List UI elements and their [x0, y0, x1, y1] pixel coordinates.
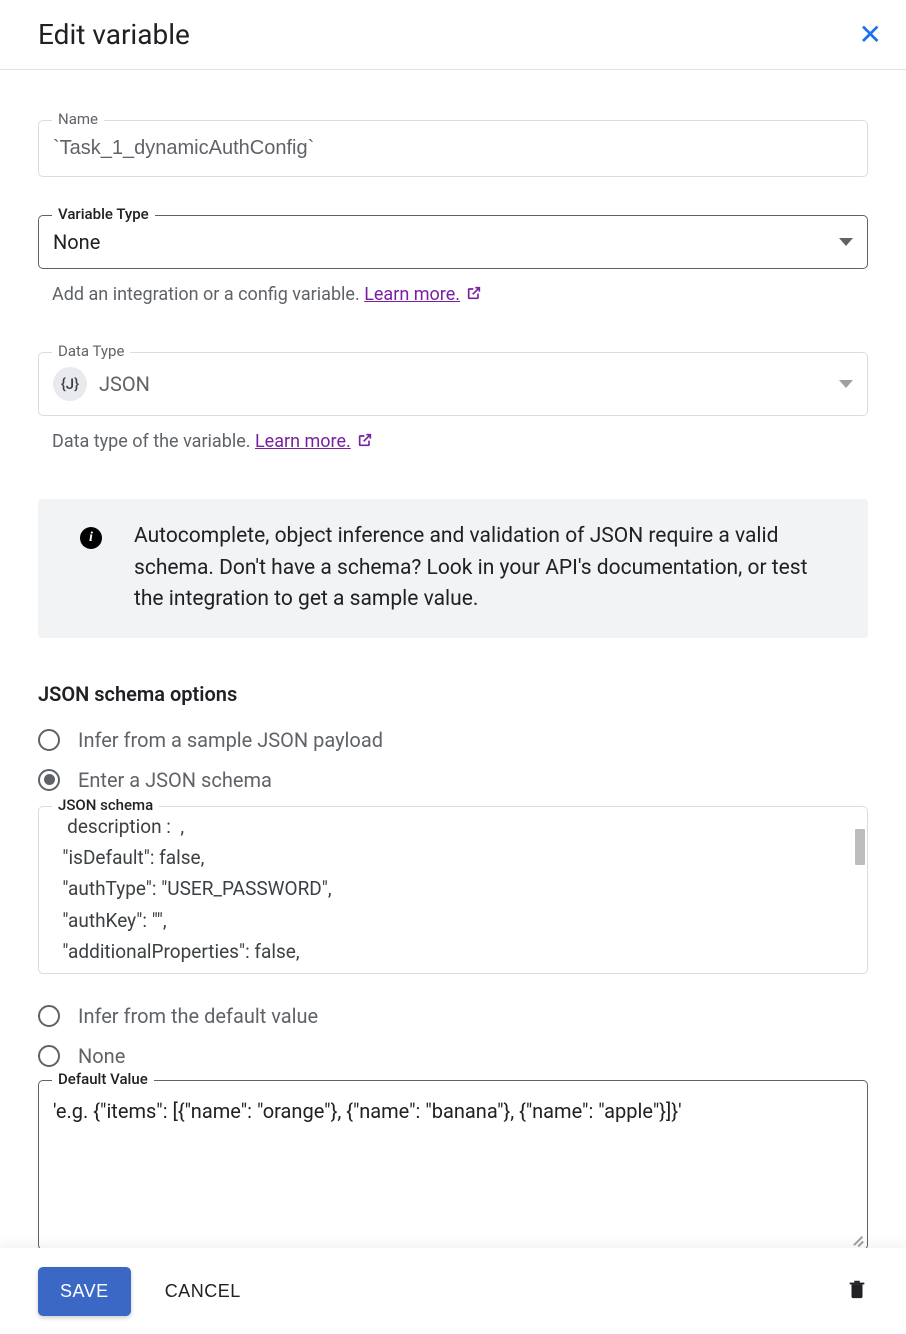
radio-label: Infer from the default value	[78, 1004, 318, 1028]
variable-type-group: Variable Type None	[38, 215, 868, 269]
dialog-header: Edit variable ✕	[0, 0, 906, 70]
info-icon: i	[80, 527, 102, 549]
radio-enter-schema[interactable]: Enter a JSON schema	[38, 760, 868, 800]
info-text: Autocomplete, object inference and valid…	[134, 521, 840, 616]
variable-type-value: None	[53, 230, 100, 254]
json-schema-group: JSON schema description : , "isDefault":…	[38, 806, 868, 974]
data-type-group: Data Type {J} JSON	[38, 352, 868, 416]
default-value-textarea[interactable]: 'e.g. {"items": [{"name": "orange"}, {"n…	[38, 1080, 868, 1250]
save-button[interactable]: SAVE	[38, 1267, 131, 1316]
data-type-learn-more-link[interactable]: Learn more.	[255, 431, 351, 452]
cancel-button[interactable]: CANCEL	[165, 1281, 241, 1302]
name-input[interactable]	[38, 120, 868, 177]
radio-label: Infer from a sample JSON payload	[78, 728, 383, 752]
radio-label: None	[78, 1044, 125, 1068]
dialog-footer: SAVE CANCEL	[0, 1248, 906, 1334]
external-link-icon	[466, 285, 482, 301]
chevron-down-icon	[839, 238, 853, 246]
radio-icon	[38, 1005, 60, 1027]
delete-icon[interactable]	[846, 1277, 868, 1305]
radio-infer-default[interactable]: Infer from the default value	[38, 996, 868, 1036]
radio-icon	[38, 729, 60, 751]
close-icon[interactable]: ✕	[859, 21, 882, 49]
data-type-select[interactable]: {J} JSON	[38, 352, 868, 416]
data-type-helper: Data type of the variable. Learn more.	[52, 428, 864, 455]
default-value-group: Default Value 'e.g. {"items": [{"name": …	[38, 1080, 868, 1250]
radio-icon	[38, 769, 60, 791]
info-panel: i Autocomplete, object inference and val…	[38, 499, 868, 638]
default-value-label: Default Value	[52, 1070, 154, 1088]
variable-type-learn-more-link[interactable]: Learn more.	[364, 284, 460, 305]
radio-none[interactable]: None	[38, 1036, 868, 1076]
name-field-group: Name	[38, 120, 868, 177]
chevron-down-icon	[839, 380, 853, 388]
variable-type-select[interactable]: None	[38, 215, 868, 269]
external-link-icon	[357, 432, 373, 448]
schema-section-title: JSON schema options	[38, 682, 868, 706]
radio-infer-payload[interactable]: Infer from a sample JSON payload	[38, 720, 868, 760]
radio-label: Enter a JSON schema	[78, 768, 272, 792]
json-schema-label: JSON schema	[52, 796, 159, 814]
json-icon: {J}	[53, 367, 87, 401]
data-type-value: JSON	[99, 372, 150, 396]
radio-icon	[38, 1045, 60, 1067]
dialog-content: Name Variable Type None Add an integrati…	[0, 70, 906, 1332]
json-schema-textarea[interactable]: description : , "isDefault": false, "aut…	[38, 806, 868, 974]
name-label: Name	[52, 110, 104, 128]
json-schema-content: description : , "isDefault": false, "aut…	[53, 811, 853, 974]
default-value-content: 'e.g. {"items": [{"name": "orange"}, {"n…	[53, 1097, 853, 1125]
data-type-label: Data Type	[52, 342, 130, 360]
variable-type-label: Variable Type	[52, 205, 155, 223]
resize-handle-icon[interactable]	[849, 1233, 863, 1247]
dialog-title: Edit variable	[38, 18, 190, 51]
variable-type-helper: Add an integration or a config variable.…	[52, 281, 864, 308]
scrollbar-thumb[interactable]	[855, 829, 865, 865]
